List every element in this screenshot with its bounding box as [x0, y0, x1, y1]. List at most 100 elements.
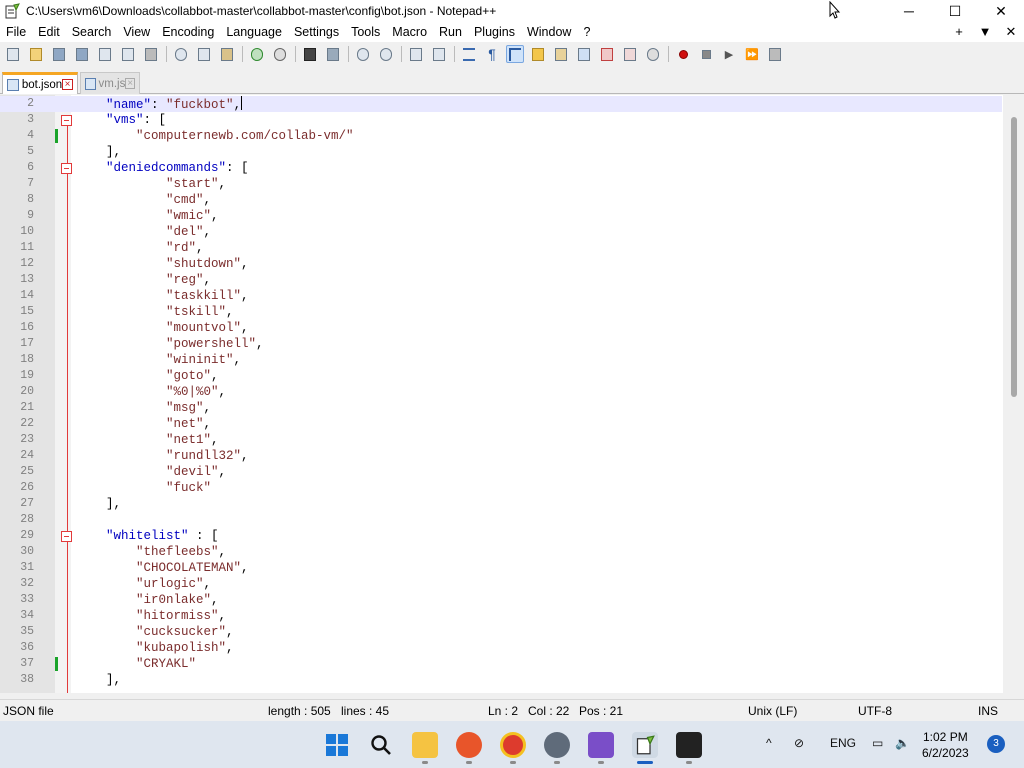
close-file-icon[interactable] [96, 45, 114, 63]
scrollbar-thumb[interactable] [1011, 117, 1017, 397]
code-line[interactable]: 36 "kubapolish", [0, 640, 1002, 656]
new-tab-button[interactable]: + [946, 22, 972, 42]
status-eol[interactable]: Unix (LF) [748, 704, 797, 718]
code-line[interactable]: 27 ], [0, 496, 1002, 512]
code-line[interactable]: 8 "cmd", [0, 192, 1002, 208]
close-document-button[interactable]: ✕ [998, 22, 1024, 42]
code-line[interactable]: 15 "tskill", [0, 304, 1002, 320]
firefox-icon[interactable] [456, 732, 482, 758]
minimize-button[interactable]: ─ [886, 0, 932, 22]
menu-run[interactable]: Run [433, 22, 468, 42]
start-button[interactable] [324, 732, 350, 758]
code-line[interactable]: 9 "wmic", [0, 208, 1002, 224]
open-file-icon[interactable] [27, 45, 45, 63]
menu-search[interactable]: Search [66, 22, 118, 42]
code-line[interactable]: 23 "net1", [0, 432, 1002, 448]
sync-horizontal-icon[interactable] [430, 45, 448, 63]
code-line[interactable]: 38 ], [0, 672, 1002, 688]
code-line[interactable]: 32 "urlogic", [0, 576, 1002, 592]
folder-as-workspace-icon[interactable] [598, 45, 616, 63]
code-line[interactable]: 10 "del", [0, 224, 1002, 240]
code-line[interactable]: 33 "ir0nlake", [0, 592, 1002, 608]
menu-plugins[interactable]: Plugins [468, 22, 521, 42]
code-line[interactable]: 16 "mountvol", [0, 320, 1002, 336]
user-defined-language-icon[interactable] [529, 45, 547, 63]
code-line[interactable]: 28 [0, 512, 1002, 528]
code-line[interactable]: 11 "rd", [0, 240, 1002, 256]
volume-icon[interactable]: 🔈 [895, 736, 910, 750]
maximize-button[interactable]: ☐ [932, 0, 978, 22]
code-line[interactable]: 21 "msg", [0, 400, 1002, 416]
code-line[interactable]: 20 "%0|%0", [0, 384, 1002, 400]
zoom-out-icon[interactable] [377, 45, 395, 63]
code-line[interactable]: 7 "start", [0, 176, 1002, 192]
code-line[interactable]: 22 "net", [0, 416, 1002, 432]
function-list-icon[interactable] [575, 45, 593, 63]
copy-icon[interactable] [195, 45, 213, 63]
undo-icon[interactable] [248, 45, 266, 63]
code-line[interactable]: 24 "rundll32", [0, 448, 1002, 464]
stop-recording-icon[interactable] [697, 45, 715, 63]
code-line[interactable]: 17 "powershell", [0, 336, 1002, 352]
editor-area[interactable]: 2 "name": "fuckbot", 3 "vms": [4 "compute… [0, 95, 1024, 693]
code-line[interactable]: 5 ], [0, 144, 1002, 160]
code-line[interactable]: 14 "taskkill", [0, 288, 1002, 304]
display-icon[interactable]: ▭ [872, 736, 883, 750]
code-line[interactable]: 12 "shutdown", [0, 256, 1002, 272]
fold-toggle-icon[interactable] [61, 115, 72, 126]
code-line[interactable]: 26 "fuck" [0, 480, 1002, 496]
tab-vm-js[interactable]: vm.js × [80, 72, 140, 94]
network-disconnected-icon[interactable]: ⊘ [794, 736, 804, 750]
code-line[interactable]: 2 "name": "fuckbot", [0, 96, 1002, 112]
tab-bot-json[interactable]: bot.json × [2, 72, 78, 94]
chrome-icon[interactable] [500, 732, 526, 758]
file-explorer-icon[interactable] [412, 732, 438, 758]
code-line[interactable]: 13 "reg", [0, 272, 1002, 288]
document-map-icon[interactable] [552, 45, 570, 63]
menu-edit[interactable]: Edit [32, 22, 66, 42]
close-tab-icon[interactable]: × [62, 79, 73, 90]
save-macro-icon[interactable] [766, 45, 784, 63]
menu-language[interactable]: Language [220, 22, 288, 42]
save-all-icon[interactable] [73, 45, 91, 63]
code-line[interactable]: 19 "goto", [0, 368, 1002, 384]
record-macro-icon[interactable] [674, 45, 692, 63]
save-icon[interactable] [50, 45, 68, 63]
code-line[interactable]: 31 "CHOCOLATEMAN", [0, 560, 1002, 576]
menu-encoding[interactable]: Encoding [156, 22, 220, 42]
input-language[interactable]: ENG [830, 736, 856, 750]
redo-icon[interactable] [271, 45, 289, 63]
new-file-icon[interactable] [4, 45, 22, 63]
code-line[interactable]: 30 "thefleebs", [0, 544, 1002, 560]
menu-file[interactable]: File [0, 22, 32, 42]
run-macro-multiple-icon[interactable]: ⏩ [743, 45, 761, 63]
code-line[interactable]: 34 "hitormiss", [0, 608, 1002, 624]
code-line[interactable]: 18 "wininit", [0, 352, 1002, 368]
menu-macro[interactable]: Macro [386, 22, 433, 42]
monitoring-icon[interactable] [644, 45, 662, 63]
menu-view[interactable]: View [117, 22, 156, 42]
search-button[interactable] [368, 732, 394, 758]
replace-icon[interactable] [324, 45, 342, 63]
code-line[interactable]: 4 "computernewb.com/collab-vm/" [0, 128, 1002, 144]
notification-badge[interactable]: 3 [987, 735, 1005, 753]
fold-toggle-icon[interactable] [61, 531, 72, 542]
menu-tools[interactable]: Tools [345, 22, 386, 42]
code-line[interactable]: 35 "cucksucker", [0, 624, 1002, 640]
play-macro-icon[interactable]: ▶ [720, 45, 738, 63]
find-icon[interactable] [301, 45, 319, 63]
vertical-scrollbar[interactable] [1003, 95, 1024, 693]
settings-icon[interactable] [544, 732, 570, 758]
tab-list-button[interactable]: ▼ [972, 22, 998, 42]
clock[interactable]: 1:02 PM 6/2/2023 [922, 729, 969, 761]
status-encoding[interactable]: UTF-8 [858, 704, 892, 718]
zoom-in-icon[interactable] [354, 45, 372, 63]
project-panel-icon[interactable] [621, 45, 639, 63]
menu-settings[interactable]: Settings [288, 22, 345, 42]
terminal-icon[interactable] [676, 732, 702, 758]
indent-guide-icon[interactable] [506, 45, 524, 63]
close-tab-icon[interactable]: × [125, 78, 135, 89]
code-line[interactable]: 6 "deniedcommands": [ [0, 160, 1002, 176]
paste-icon[interactable] [218, 45, 236, 63]
code-line[interactable]: 37 "CRYAKL" [0, 656, 1002, 672]
